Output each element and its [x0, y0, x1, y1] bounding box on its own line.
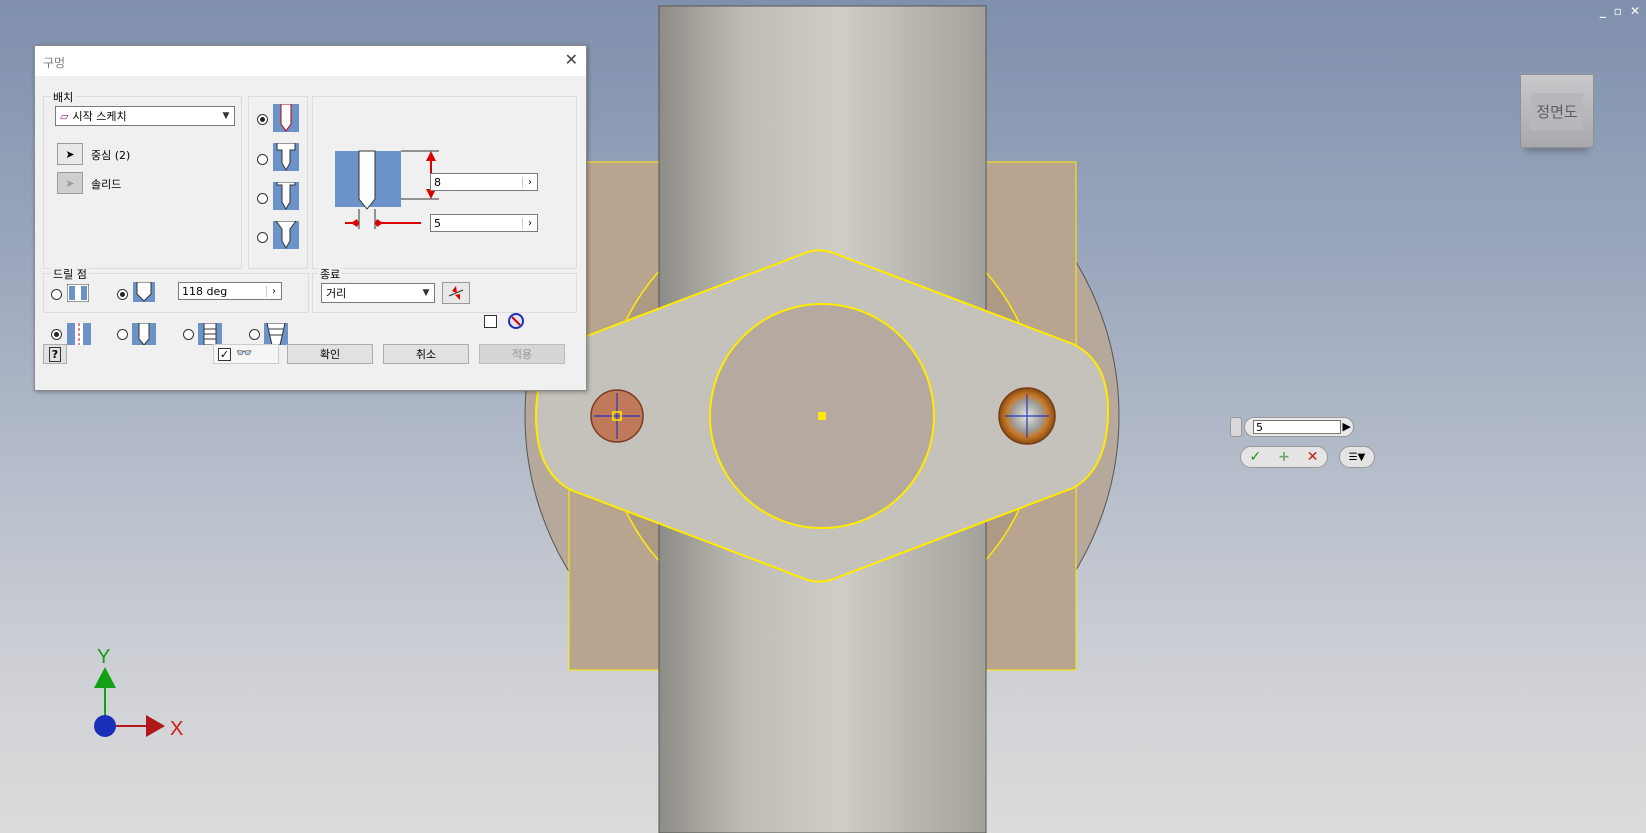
centers-pick-button[interactable]: ➤ — [57, 143, 83, 165]
mini-toolbar-value[interactable]: 5 ▶ — [1244, 417, 1354, 437]
restore-button[interactable]: ▫ — [1614, 4, 1622, 18]
angle-drill-point-icon — [133, 282, 155, 302]
hole-type-counterbore-radio[interactable] — [257, 154, 268, 165]
clearance-hole-icon — [132, 323, 156, 345]
center-point — [818, 412, 826, 420]
centers-label: 중심 (2) — [91, 149, 131, 162]
minimize-button[interactable]: _ — [1600, 4, 1606, 18]
chevron-down-icon: ▼ — [422, 288, 430, 298]
viewcube[interactable]: 정면도 — [1520, 74, 1594, 148]
ifeature-icon — [508, 313, 524, 329]
help-icon: ? — [48, 346, 62, 362]
drill-point-angle-radio[interactable] — [117, 289, 128, 300]
placement-type-select[interactable]: ▱ 시작 스케치 ▼ — [55, 106, 235, 126]
chevron-right-icon[interactable]: › — [522, 176, 537, 188]
hole-clearance-radio[interactable] — [117, 329, 128, 340]
depth-field[interactable]: 8 › — [430, 173, 538, 191]
mini-toolbar-grip[interactable] — [1230, 417, 1242, 437]
chevron-down-icon: ▼ — [222, 111, 230, 121]
hole-dialog: 구멍 ✕ 배치 ▱ 시작 스케치 ▼ ➤ 중심 (2) ➤ 솔리드 8 › 5 … — [34, 45, 587, 391]
preview-checkbox[interactable]: ✓ — [218, 348, 231, 361]
counterbore-hole-icon — [273, 143, 299, 171]
flip-arrows-icon — [448, 286, 464, 300]
placement-label: 배치 — [51, 89, 76, 105]
hole-type-countersink-radio[interactable] — [257, 232, 268, 243]
simple-hole-type-icon — [67, 323, 91, 345]
drill-point-flat-radio[interactable] — [51, 289, 62, 300]
hole-taper-tapped-radio[interactable] — [249, 329, 260, 340]
chevron-right-icon[interactable]: › — [266, 285, 281, 297]
y-axis-arrow — [94, 667, 116, 688]
cancel-x-icon[interactable]: ✕ — [1307, 449, 1319, 465]
countersink-hole-icon — [273, 221, 299, 249]
axis-y-label: Y — [97, 646, 110, 668]
sketch-icon: ▱ — [60, 109, 69, 123]
x-axis-arrow — [146, 715, 165, 737]
hole-type-spotface-radio[interactable] — [257, 193, 268, 204]
window-controls: _ ▫ ✕ — [1600, 4, 1640, 18]
flat-drill-point-icon — [67, 284, 89, 302]
mini-toolbar-input[interactable]: 5 — [1253, 420, 1341, 434]
spotface-hole-icon — [273, 182, 299, 210]
hole-type-simple-radio[interactable] — [257, 114, 268, 125]
dialog-close-icon[interactable]: ✕ — [565, 50, 578, 69]
chevron-right-icon[interactable]: ▶ — [1343, 420, 1351, 433]
cancel-button[interactable]: 취소 — [383, 344, 469, 364]
help-button[interactable]: ? — [43, 344, 67, 364]
viewcube-face-label[interactable]: 정면도 — [1531, 92, 1583, 130]
axis-origin — [94, 715, 116, 737]
chevron-right-icon[interactable]: › — [522, 217, 537, 229]
flip-direction-button[interactable] — [442, 282, 470, 304]
hole-tapped-radio[interactable] — [183, 329, 194, 340]
termination-select[interactable]: 거리 ▼ — [321, 283, 435, 303]
drill-point-label: 드릴 점 — [51, 266, 89, 282]
simple-hole-icon — [273, 104, 299, 132]
close-window-button[interactable]: ✕ — [1630, 4, 1640, 18]
apply-button[interactable]: 적용 — [479, 344, 565, 364]
drill-angle-field[interactable]: 118 deg › — [178, 282, 282, 300]
tapped-hole-icon — [198, 323, 222, 345]
diameter-field[interactable]: 5 › — [430, 214, 538, 232]
dialog-titlebar[interactable]: 구멍 ✕ — [35, 46, 586, 76]
axis-x-label: X — [170, 718, 183, 740]
taper-tapped-hole-icon — [264, 323, 288, 345]
preview-toggle[interactable]: ✓ 👓 — [213, 344, 279, 364]
cursor-arrow-icon: ➤ — [65, 176, 75, 190]
list-options-icon: ☰▼ — [1348, 451, 1366, 463]
mini-toolbar-actions: ✓ + ✕ — [1240, 446, 1328, 468]
cursor-arrow-icon: ➤ — [65, 147, 75, 161]
ok-button[interactable]: 확인 — [287, 344, 373, 364]
mini-toolbar-options[interactable]: ☰▼ — [1339, 446, 1375, 468]
hole-simple-radio[interactable] — [51, 329, 62, 340]
ok-check-icon[interactable]: ✓ — [1249, 449, 1261, 465]
glasses-icon: 👓 — [236, 346, 253, 361]
infer-ifeatures-checkbox[interactable] — [484, 315, 497, 328]
dialog-title: 구멍 — [43, 56, 66, 70]
solid-label: 솔리드 — [91, 178, 122, 191]
apply-plus-icon[interactable]: + — [1278, 449, 1290, 465]
solid-pick-button[interactable]: ➤ — [57, 172, 83, 194]
termination-label: 종료 — [318, 266, 343, 282]
